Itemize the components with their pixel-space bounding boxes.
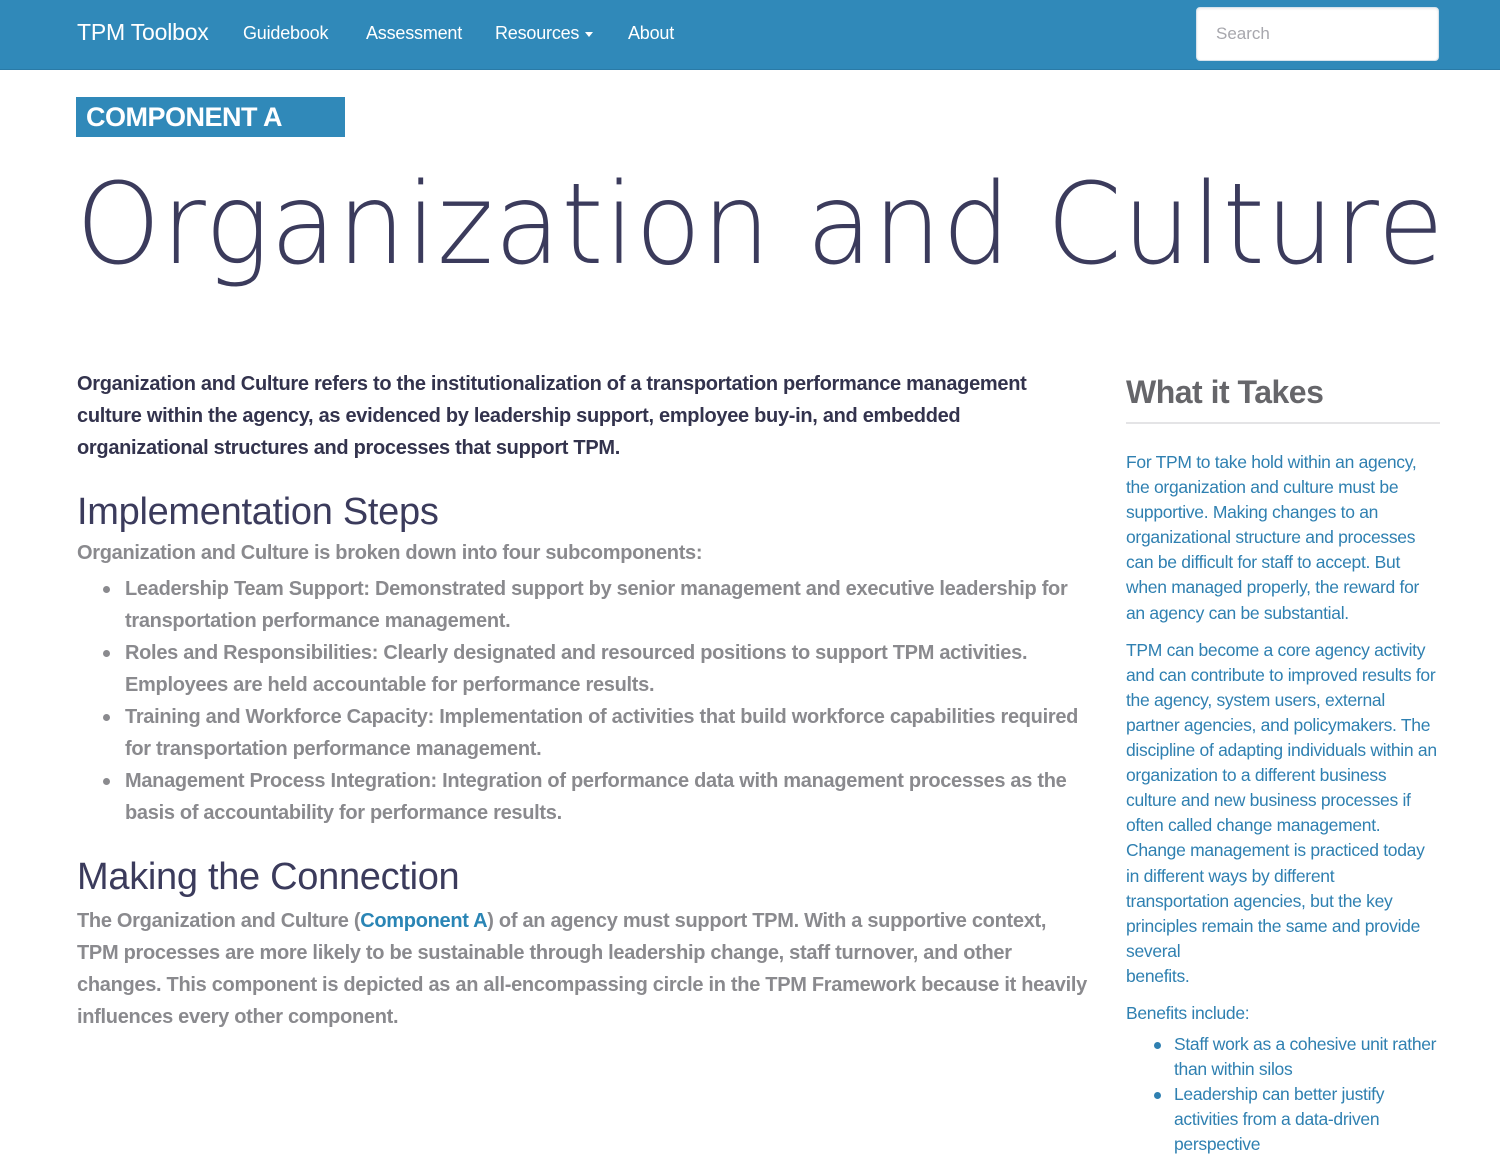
intro-paragraph: Organization and Culture refers to the i… xyxy=(77,373,1027,459)
list-item: Leadership Team Support: Demonstrated su… xyxy=(103,573,1087,637)
what-it-takes-sidebar: What it Takes For TPM to take hold withi… xyxy=(1126,372,1440,1158)
component-a-link[interactable]: Component A xyxy=(360,910,487,932)
page-title: Organization and Culture xyxy=(76,160,1445,290)
connection-text-before: The Organization and Culture ( xyxy=(77,910,361,932)
benefits-intro: Benefits include: xyxy=(1126,1002,1250,1023)
top-navbar: TPM Toolbox Guidebook Assessment Resourc… xyxy=(0,0,1500,70)
main-content: Organization and Culture refers to the i… xyxy=(77,368,1087,1033)
sidebar-paragraph-1: For TPM to take hold within an agency, t… xyxy=(1126,452,1420,623)
nav-link-guidebook[interactable]: Guidebook xyxy=(243,23,328,44)
connection-paragraph: The Organization and Culture (Component … xyxy=(77,905,1087,1033)
list-item: Roles and Responsibilities: Clearly desi… xyxy=(103,637,1087,701)
benefits-list: Staff work as a cohesive unit rather tha… xyxy=(1126,1032,1440,1157)
implementation-steps-heading: Implementation Steps xyxy=(77,491,439,533)
page-title-text: Organization and Culture xyxy=(76,160,1445,290)
list-item: Leadership can better justify activities… xyxy=(1154,1082,1440,1157)
nav-link-resources[interactable]: Resources xyxy=(495,23,594,44)
component-label: COMPONENT A xyxy=(76,97,345,137)
nav-link-resources-label: Resources xyxy=(495,23,580,43)
brand-link[interactable]: TPM Toolbox xyxy=(77,19,209,46)
sidebar-paragraph-2: TPM can become a core agency activity an… xyxy=(1126,638,1440,989)
sidebar-title: What it Takes xyxy=(1126,372,1440,424)
list-item: Training and Workforce Capacity: Impleme… xyxy=(103,701,1087,765)
implementation-intro: Organization and Culture is broken down … xyxy=(77,542,703,564)
caret-down-icon xyxy=(585,31,594,37)
nav-link-assessment[interactable]: Assessment xyxy=(366,23,462,44)
sidebar-paragraph-2-text: TPM can become a core agency activity an… xyxy=(1126,639,1437,961)
nav-link-about[interactable]: About xyxy=(628,23,674,44)
list-item: Staff work as a cohesive unit rather tha… xyxy=(1154,1032,1440,1082)
making-connection-heading: Making the Connection xyxy=(77,856,460,898)
search-input[interactable] xyxy=(1196,7,1439,61)
sidebar-paragraph-2-end: benefits. xyxy=(1126,965,1190,986)
list-item: Management Process Integration: Integrat… xyxy=(103,765,1087,829)
subcomponent-list: Leadership Team Support: Demonstrated su… xyxy=(77,573,1087,829)
